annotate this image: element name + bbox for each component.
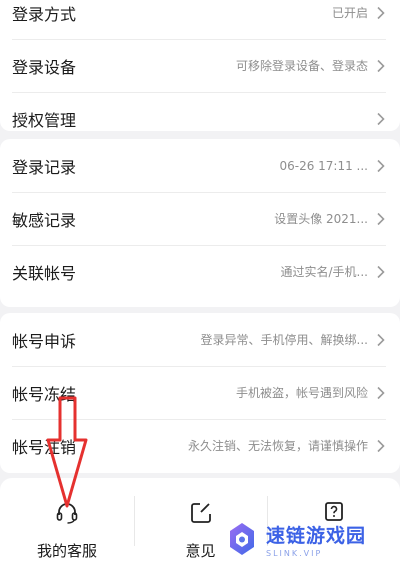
chevron-right-icon	[376, 439, 386, 453]
row-login-devices[interactable]: 登录设备 可移除登录设备、登录态	[0, 39, 400, 92]
row-label: 帐号冻结	[12, 384, 77, 404]
account-actions-group: 帐号申诉 登录异常、手机停用、解换绑... 帐号冻结 手机被盗，帐号遇到风险 帐…	[0, 313, 400, 473]
chevron-right-icon	[376, 159, 386, 173]
row-label: 登录记录	[12, 157, 77, 177]
customer-service-label: 我的客服	[36, 542, 97, 560]
row-label: 关联帐号	[12, 263, 77, 283]
row-label: 登录设备	[12, 57, 77, 77]
watermark-title: 速链游戏园	[266, 524, 367, 547]
row-account-appeal[interactable]: 帐号申诉 登录异常、手机停用、解换绑...	[0, 313, 400, 366]
row-label: 帐号申诉	[12, 331, 77, 351]
row-label: 敏感记录	[12, 210, 77, 230]
row-login-records[interactable]: 登录记录 06-26 17:11 ...	[0, 139, 400, 192]
row-sensitive-records[interactable]: 敏感记录 设置头像 2021...	[0, 192, 400, 245]
chevron-right-icon	[376, 212, 386, 226]
chevron-right-icon	[376, 265, 386, 279]
login-settings-group: 登录方式 已开启 登录设备 可移除登录设备、登录态 授权管理	[0, 0, 400, 131]
row-value: 可移除登录设备、登录态	[235, 59, 368, 73]
row-value: 设置头像 2021...	[274, 212, 368, 226]
row-linked-accounts[interactable]: 关联帐号 通过实名/手机...	[0, 245, 400, 298]
row-authorization[interactable]: 授权管理	[0, 92, 400, 145]
row-value: 06-26 17:11 ...	[279, 158, 368, 173]
row-label: 登录方式	[12, 4, 77, 24]
chevron-right-icon	[376, 59, 386, 73]
edit-feedback-icon	[188, 500, 214, 526]
chevron-right-icon	[376, 6, 386, 20]
row-value: 手机被盗，帐号遇到风险	[235, 386, 368, 400]
row-value: 通过实名/手机...	[280, 265, 369, 279]
row-login-method[interactable]: 登录方式 已开启	[0, 0, 400, 39]
row-account-freeze[interactable]: 帐号冻结 手机被盗，帐号遇到风险	[0, 366, 400, 419]
watermark-emblem-icon	[230, 523, 254, 555]
row-value: 已开启	[331, 6, 368, 20]
row-value: 登录异常、手机停用、解换绑...	[200, 333, 368, 347]
chevron-right-icon	[376, 112, 386, 126]
chevron-right-icon	[376, 386, 386, 400]
row-value: 永久注销、无法恢复，请谨慎操作	[187, 439, 368, 453]
watermark-subtitle: SLINK.VIP	[266, 548, 323, 558]
feedback-label: 意见	[185, 542, 216, 560]
customer-service-button[interactable]: 我的客服	[0, 478, 134, 564]
row-account-cancel[interactable]: 帐号注销 永久注销、无法恢复，请谨慎操作	[0, 419, 400, 472]
records-group: 登录记录 06-26 17:11 ... 敏感记录 设置头像 2021... 关…	[0, 139, 400, 307]
watermark-logo: 速链游戏园 SLINK.VIP	[222, 516, 397, 562]
chevron-right-icon	[376, 333, 386, 347]
headset-icon	[54, 500, 80, 526]
row-label: 授权管理	[12, 110, 77, 130]
row-label: 帐号注销	[12, 437, 77, 457]
